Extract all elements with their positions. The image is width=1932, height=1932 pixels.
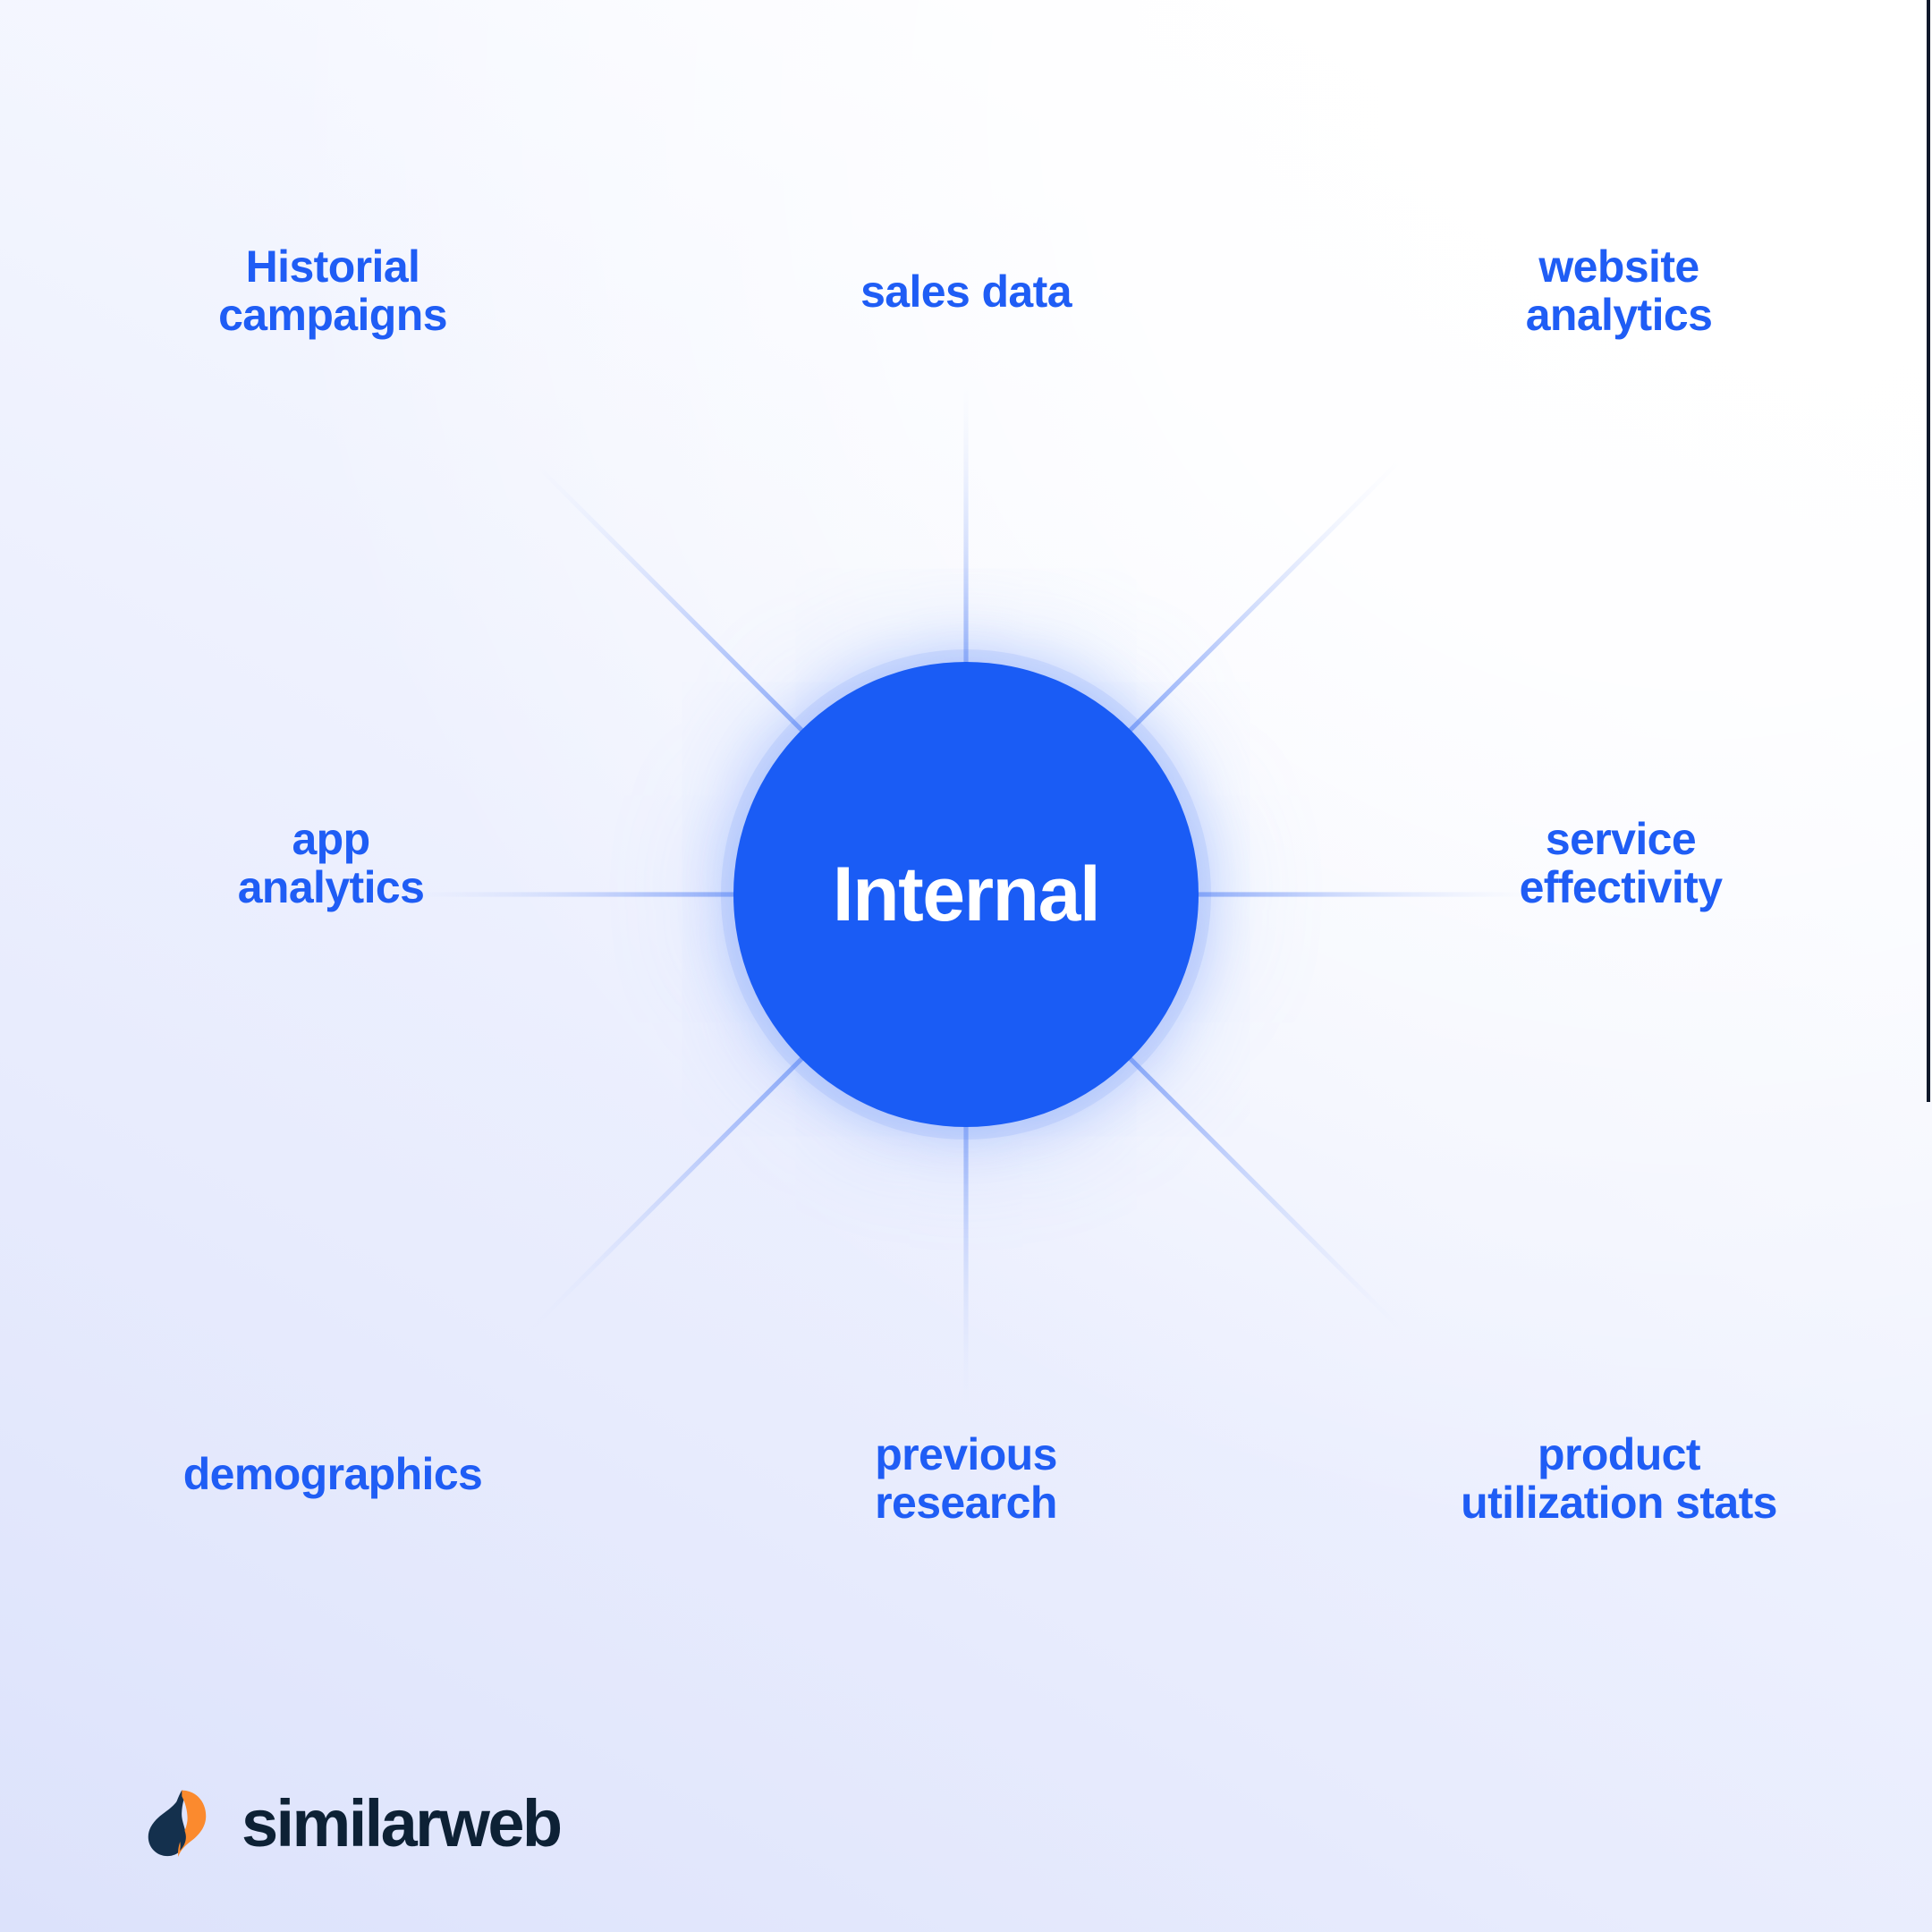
similarweb-logo-icon: [148, 1790, 207, 1857]
similarweb-logo: similarweb: [141, 1785, 563, 1862]
node-label-sales-data: sales data: [860, 267, 1072, 317]
node-label-demographics: demographics: [182, 1449, 483, 1499]
node-label-previous-research: previous research: [875, 1429, 1057, 1528]
node-label-product-utilization-stats: product utilization stats: [1461, 1429, 1777, 1528]
node-label-service-effectivity: service effectivity: [1519, 814, 1723, 912]
node-label-historical-campaigns: Historial campaigns: [218, 242, 447, 340]
center-node: Internal: [733, 662, 1199, 1127]
similarweb-wordmark: similarweb: [242, 1786, 563, 1860]
diagram-canvas: Internal Historial campaigns sales data …: [0, 0, 1932, 1932]
center-node-label: Internal: [832, 852, 1101, 937]
node-label-app-analytics: app analytics: [237, 814, 425, 912]
node-label-website-analytics: website analytics: [1525, 242, 1713, 340]
right-edge-rule: [1927, 0, 1930, 1102]
